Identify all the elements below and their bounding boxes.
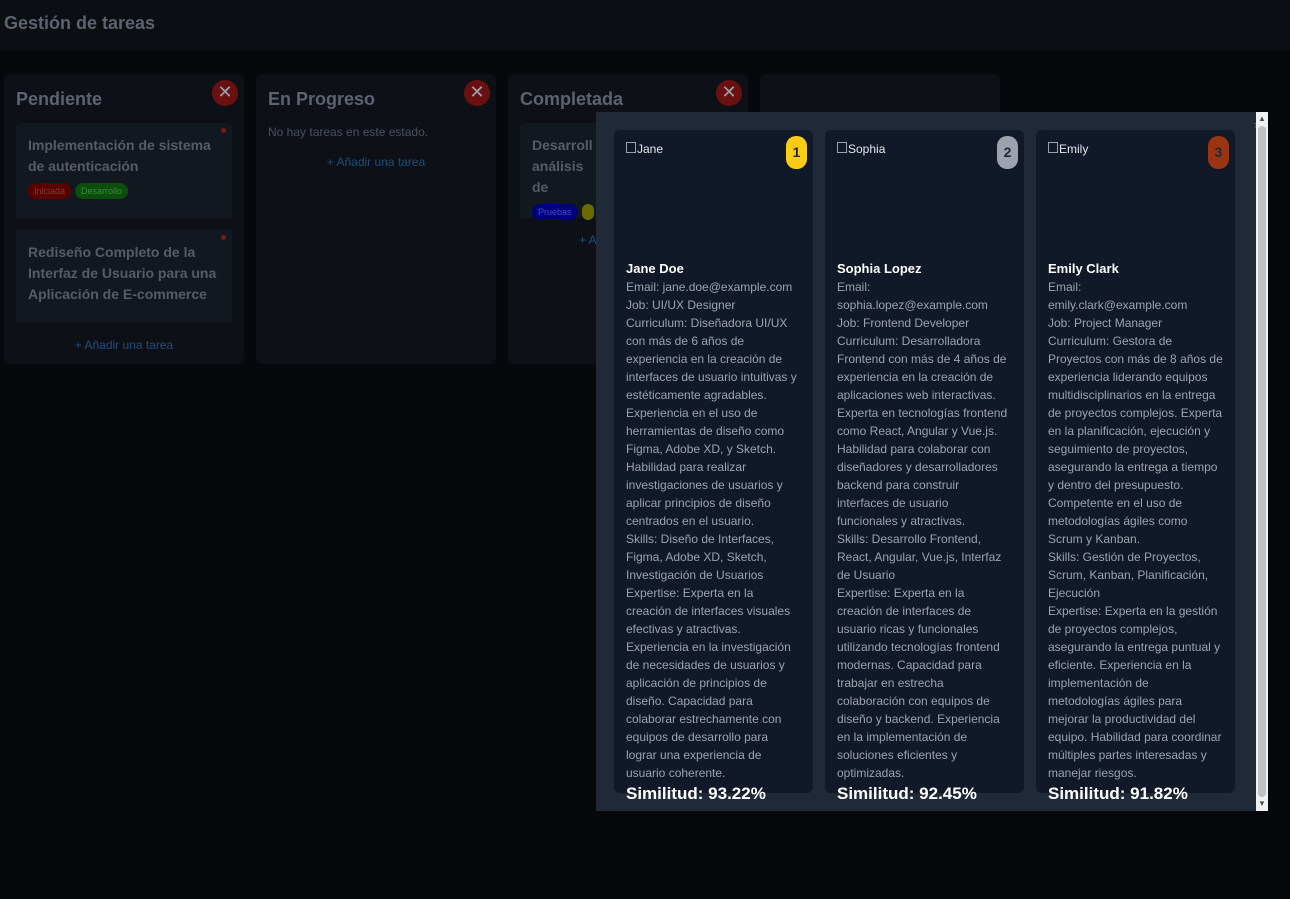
candidate-curriculum: Curriculum: Desarrolladora Frontend con … xyxy=(837,334,1008,528)
tag-badge: Desarrollo xyxy=(75,183,129,199)
column-pendiente: Pendiente ✕ Implementación de sistema de… xyxy=(4,74,244,364)
task-card[interactable]: Implementación de sistema de autenticaci… xyxy=(16,123,232,218)
candidate-job: Job: UI/UX Designer xyxy=(626,298,736,312)
broken-image-icon xyxy=(1048,142,1058,153)
empty-state-text: No hay tareas en este estado. xyxy=(268,125,429,139)
tag-badge: Pruebas xyxy=(532,204,578,220)
candidate-expertise: Expertise: Experta en la gestión de proy… xyxy=(1048,604,1222,780)
close-column-button[interactable]: ✕ xyxy=(212,80,238,106)
candidate-skills: Skills: Gestión de Proyectos, Scrum, Kan… xyxy=(1048,550,1209,600)
add-task-link[interactable]: + Añadir una tarea xyxy=(4,338,244,352)
status-dot xyxy=(221,235,226,240)
app-header: Gestión de tareas xyxy=(0,0,1290,50)
task-card[interactable]: Desarrollo análisis de Pruebas xyxy=(520,123,600,220)
column-title: Pendiente xyxy=(16,89,103,109)
candidate-photo: Emily xyxy=(1048,142,1223,250)
rank-badge: 1 xyxy=(786,136,807,169)
candidate-curriculum: Curriculum: Diseñadora UI/UX con más de … xyxy=(626,316,797,528)
status-dot xyxy=(221,128,226,133)
scrollbar-thumb[interactable] xyxy=(1258,126,1266,797)
scroll-up-icon[interactable]: ▲ xyxy=(1256,112,1268,126)
candidate-email: Email: jane.doe@example.com xyxy=(626,280,793,294)
modal-scrollbar[interactable]: ▲ ▼ xyxy=(1256,112,1268,811)
broken-image-icon xyxy=(837,142,847,153)
candidate-card: 3 Emily Emily Clark Email: emily.clark@e… xyxy=(1036,130,1235,803)
candidate-curriculum: Curriculum: Gestora de Proyectos con más… xyxy=(1048,334,1223,546)
candidate-card: 2 Sophia Sophia Lopez Email: sophia.lope… xyxy=(825,130,1024,803)
column-en-progreso: En Progreso ✕ No hay tareas en este esta… xyxy=(256,74,496,364)
similarity-score: Similitud: 92.45% xyxy=(837,784,977,803)
tag-badge xyxy=(581,204,594,220)
candidate-photo: Sophia xyxy=(837,142,1012,250)
similarity-score: Similitud: 93.22% xyxy=(626,784,766,803)
rank-badge: 2 xyxy=(997,136,1018,169)
add-task-link[interactable]: + Añadir una tarea xyxy=(256,155,496,169)
column-title: En Progreso xyxy=(268,89,376,109)
candidate-skills: Skills: Diseño de Interfaces, Figma, Ado… xyxy=(626,532,775,582)
rank-badge: 3 xyxy=(1208,136,1229,169)
task-title: Desarrollo análisis de xyxy=(532,137,592,195)
candidate-photo: Jane xyxy=(626,142,801,250)
task-title: Implementación de sistema de autenticaci… xyxy=(28,137,211,174)
candidate-name: Emily Clark xyxy=(1048,261,1119,276)
tag-badge: Iniciada xyxy=(28,183,72,199)
close-column-button[interactable]: ✕ xyxy=(716,80,742,106)
close-column-button[interactable]: ✕ xyxy=(464,80,490,106)
candidate-name: Sophia Lopez xyxy=(837,261,922,276)
candidate-expertise: Expertise: Experta en la creación de int… xyxy=(626,586,791,780)
task-card[interactable]: Rediseño Completo de la Interfaz de Usua… xyxy=(16,230,232,322)
candidate-job: Job: Project Manager xyxy=(1048,316,1163,330)
candidate-card: 1 Jane Jane Doe Email: jane.doe@example.… xyxy=(614,130,813,803)
candidate-email: Email: emily.clark@example.com xyxy=(1048,280,1188,312)
page-title: Gestión de tareas xyxy=(4,13,156,33)
scroll-down-icon[interactable]: ▼ xyxy=(1256,797,1268,811)
candidate-name: Jane Doe xyxy=(626,261,684,276)
candidates-modal: × 1 Jane Jane Doe Email: jane.doe@exampl… xyxy=(596,112,1260,811)
column-title: Completada xyxy=(520,89,624,109)
candidate-skills: Skills: Desarrollo Frontend, React, Angu… xyxy=(837,532,1002,582)
add-task-link[interactable]: + A xyxy=(579,233,597,247)
similarity-score: Similitud: 91.82% xyxy=(1048,784,1188,803)
candidate-email: Email: sophia.lopez@example.com xyxy=(837,280,988,312)
task-title: Rediseño Completo de la Interfaz de Usua… xyxy=(28,244,217,302)
candidate-expertise: Expertise: Experta en la creación de int… xyxy=(837,586,1000,780)
broken-image-icon xyxy=(626,142,636,153)
candidate-job: Job: Frontend Developer xyxy=(837,316,970,330)
